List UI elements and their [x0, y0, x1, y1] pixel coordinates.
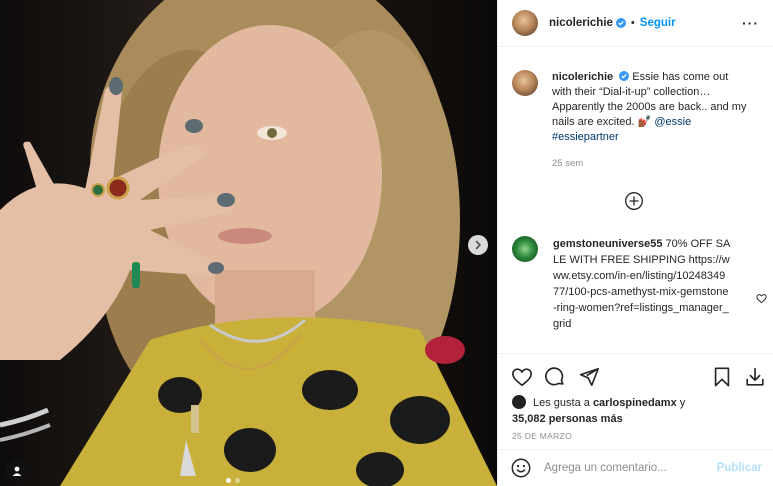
- next-photo-button[interactable]: [468, 235, 488, 255]
- user-tag-button[interactable]: [6, 460, 28, 482]
- caption-timestamp[interactable]: 25 sem: [552, 156, 748, 171]
- chevron-right-icon: [475, 240, 481, 250]
- likes-summary: Les gusta a carlospinedamx y 35,082 pers…: [512, 395, 762, 427]
- comment-item: gemstoneuniverse55 70% OFF SALE WITH FRE…: [512, 236, 767, 332]
- heart-icon[interactable]: [756, 293, 767, 304]
- carousel-indicator: [226, 478, 240, 483]
- carousel-dot-active: [226, 478, 231, 483]
- comment-text-block: gemstoneuniverse55 70% OFF SALE WITH FRE…: [553, 236, 731, 332]
- caption-mention-link[interactable]: @essie: [654, 116, 691, 128]
- user-tag-icon: [12, 466, 22, 476]
- likes-count[interactable]: 35,082 personas más: [512, 413, 623, 425]
- comment-input[interactable]: Agrega un comentario...: [544, 462, 667, 474]
- liker-avatar[interactable]: [512, 395, 526, 409]
- add-comment-bar: Agrega un comentario... Publicar: [498, 449, 773, 486]
- caption-text-block: nicolerichie Essie has come out with the…: [552, 70, 748, 171]
- caption-hashtag-link[interactable]: #essiepartner: [552, 131, 619, 143]
- comment-text: 70% OFF SALE WITH FREE SHIPPING https://…: [553, 238, 731, 330]
- likes-prefix: Les gusta a: [533, 397, 590, 409]
- action-bar: [498, 353, 773, 395]
- author-username[interactable]: nicolerichie: [549, 17, 613, 29]
- verified-badge-icon: [619, 71, 630, 81]
- commenter-avatar[interactable]: [512, 236, 538, 262]
- post-side-panel: nicolerichie • Seguir ··· nicolerichie E…: [497, 0, 773, 486]
- emoji-smile-icon[interactable]: [510, 457, 532, 479]
- comments-section: nicolerichie Essie has come out with the…: [498, 48, 773, 353]
- photo-illustration: [0, 0, 497, 486]
- caption-username[interactable]: nicolerichie: [552, 71, 613, 83]
- post-photo[interactable]: [0, 0, 497, 486]
- post-comment-button[interactable]: Publicar: [717, 462, 762, 474]
- comment-bubble-icon[interactable]: [544, 366, 566, 388]
- follow-button[interactable]: Seguir: [640, 17, 676, 29]
- verified-badge-icon: [615, 18, 626, 28]
- author-avatar[interactable]: [512, 10, 538, 36]
- heart-icon[interactable]: [511, 366, 533, 388]
- download-icon[interactable]: [744, 366, 766, 388]
- header-separator: •: [630, 17, 635, 29]
- post-date[interactable]: 25 DE MARZO: [512, 431, 572, 441]
- more-options-button[interactable]: ···: [742, 15, 759, 31]
- carousel-dot: [235, 478, 240, 483]
- plus-circle-icon[interactable]: [624, 191, 644, 211]
- liker-username[interactable]: carlospinedamx: [593, 397, 677, 409]
- paper-plane-icon[interactable]: [578, 366, 600, 388]
- likes-joiner: y: [679, 397, 686, 409]
- post-header: nicolerichie • Seguir ···: [498, 0, 773, 47]
- caption-avatar[interactable]: [512, 70, 538, 96]
- post-caption: nicolerichie Essie has come out with the…: [498, 48, 773, 171]
- bookmark-icon[interactable]: [711, 366, 733, 388]
- commenter-username[interactable]: gemstoneuniverse55: [553, 238, 662, 250]
